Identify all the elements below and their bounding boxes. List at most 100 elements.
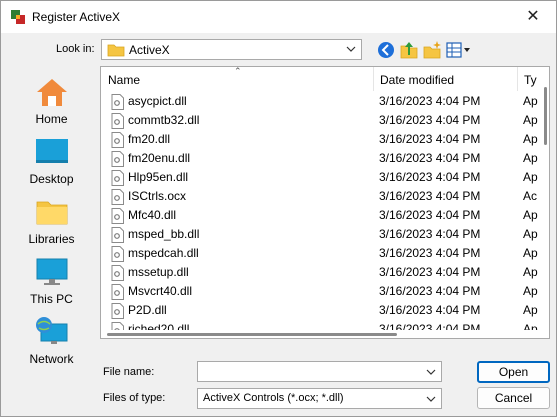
file-date: 3/16/2023 4:04 PM: [379, 151, 481, 165]
file-date: 3/16/2023 4:04 PM: [379, 208, 481, 222]
dll-file-icon: [111, 246, 124, 262]
file-row[interactable]: Msvcrt40.dll 3/16/2023 4:04 PM Ap: [101, 282, 541, 301]
dll-file-icon: [111, 113, 124, 129]
file-row[interactable]: ISCtrls.ocx 3/16/2023 4:04 PM Ac: [101, 187, 541, 206]
column-header-name[interactable]: Name: [108, 73, 140, 87]
file-row[interactable]: asycpict.dll 3/16/2023 4:04 PM Ap: [101, 92, 541, 111]
vertical-scrollbar[interactable]: [541, 67, 549, 338]
filetype-label: Files of type:: [103, 392, 166, 404]
file-name: fm20.dll: [128, 132, 171, 146]
file-date: 3/16/2023 4:04 PM: [379, 265, 481, 279]
column-divider[interactable]: [517, 67, 518, 91]
column-divider[interactable]: [373, 67, 374, 91]
horizontal-scrollbar[interactable]: [101, 330, 541, 338]
file-name: msped_bb.dll: [128, 227, 200, 241]
column-header-type[interactable]: Ty: [524, 73, 537, 87]
chevron-down-icon[interactable]: [425, 364, 437, 380]
open-button[interactable]: Open: [477, 361, 550, 383]
file-type: Ap: [523, 151, 538, 165]
sort-ascending-icon: ⌃: [234, 66, 242, 76]
place-label: Libraries: [28, 232, 75, 246]
close-button[interactable]: ✕: [510, 1, 556, 32]
file-row[interactable]: Mfc40.dll 3/16/2023 4:04 PM Ap: [101, 206, 541, 225]
place-desktop[interactable]: Desktop: [9, 130, 94, 190]
file-name: mspedcah.dll: [128, 246, 199, 260]
scroll-thumb[interactable]: [544, 87, 547, 145]
dll-file-icon: [111, 189, 124, 205]
home-icon: [37, 79, 67, 106]
file-date: 3/16/2023 4:04 PM: [379, 227, 481, 241]
file-date: 3/16/2023 4:04 PM: [379, 113, 481, 127]
file-date: 3/16/2023 4:04 PM: [379, 246, 481, 260]
file-type: Ap: [523, 94, 538, 108]
dll-file-icon: [111, 227, 124, 243]
place-this-pc[interactable]: This PC: [9, 250, 94, 310]
file-type: Ap: [523, 265, 538, 279]
register-activex-dialog: Register ActiveX ✕ Look in: ActiveX Home…: [0, 0, 557, 417]
view-menu-icon[interactable]: [446, 40, 472, 60]
place-label: Home: [35, 112, 68, 126]
new-folder-icon[interactable]: [422, 40, 442, 60]
file-name: commtb32.dll: [128, 113, 200, 127]
file-type: Ap: [523, 113, 538, 127]
file-date: 3/16/2023 4:04 PM: [379, 284, 481, 298]
scroll-thumb[interactable]: [107, 333, 397, 336]
dll-file-icon: [111, 303, 124, 319]
file-name: Msvcrt40.dll: [128, 284, 193, 298]
file-list[interactable]: ⌃ Name Date modified Ty asycpict.dll 3/16…: [100, 66, 550, 339]
file-row[interactable]: commtb32.dll 3/16/2023 4:04 PM Ap: [101, 111, 541, 130]
file-name: mssetup.dll: [128, 265, 189, 279]
filetype-select[interactable]: ActiveX Controls (*.ocx; *.dll): [197, 388, 442, 409]
app-icon: [11, 10, 25, 24]
list-header: ⌃ Name Date modified Ty: [101, 67, 549, 91]
file-date: 3/16/2023 4:04 PM: [379, 303, 481, 317]
place-label: This PC: [30, 292, 73, 306]
folder-icon: [107, 44, 125, 57]
place-label: Network: [29, 352, 74, 366]
dll-file-icon: [111, 208, 124, 224]
network-icon: [36, 317, 68, 344]
back-icon[interactable]: [376, 40, 396, 60]
libraries-icon: [36, 201, 68, 225]
file-type: Ac: [523, 189, 538, 203]
dll-file-icon: [111, 132, 124, 148]
file-row[interactable]: mssetup.dll 3/16/2023 4:04 PM Ap: [101, 263, 541, 282]
dll-file-icon: [111, 151, 124, 167]
place-network[interactable]: Network: [9, 310, 94, 370]
desktop-icon: [36, 139, 68, 163]
place-home[interactable]: Home: [9, 70, 94, 130]
dll-file-icon: [111, 94, 124, 110]
dll-file-icon: [111, 265, 124, 281]
column-header-date[interactable]: Date modified: [380, 73, 454, 87]
file-row[interactable]: fm20.dll 3/16/2023 4:04 PM Ap: [101, 130, 541, 149]
filename-input[interactable]: [197, 361, 442, 382]
chevron-down-icon: [426, 396, 436, 402]
file-name: P2D.dll: [128, 303, 167, 317]
file-name: ISCtrls.ocx: [128, 189, 187, 203]
place-libraries[interactable]: Libraries: [9, 190, 94, 250]
place-label: Desktop: [29, 172, 74, 186]
file-date: 3/16/2023 4:04 PM: [379, 170, 481, 184]
file-date: 3/16/2023 4:04 PM: [379, 94, 481, 108]
places-bar: Home Desktop Libraries This PC Network: [9, 66, 94, 369]
file-name: fm20enu.dll: [128, 151, 191, 165]
chevron-down-icon: [346, 46, 356, 52]
file-type: Ap: [523, 227, 538, 241]
file-row[interactable]: P2D.dll 3/16/2023 4:04 PM Ap: [101, 301, 541, 320]
file-row[interactable]: mspedcah.dll 3/16/2023 4:04 PM Ap: [101, 244, 541, 263]
window-title: Register ActiveX: [32, 10, 121, 24]
filename-label: File name:: [103, 366, 155, 378]
file-date: 3/16/2023 4:04 PM: [379, 189, 481, 203]
file-row[interactable]: fm20enu.dll 3/16/2023 4:04 PM Ap: [101, 149, 541, 168]
up-folder-icon[interactable]: [399, 40, 419, 60]
file-row[interactable]: msped_bb.dll 3/16/2023 4:04 PM Ap: [101, 225, 541, 244]
file-type: Ap: [523, 284, 538, 298]
file-type: Ap: [523, 208, 538, 222]
dll-file-icon: [111, 170, 124, 186]
file-row[interactable]: Hlp95en.dll 3/16/2023 4:04 PM Ap: [101, 168, 541, 187]
lookin-label: Look in:: [56, 43, 95, 55]
lookin-value: ActiveX: [129, 43, 170, 57]
file-type: Ap: [523, 170, 538, 184]
lookin-combo[interactable]: ActiveX: [101, 39, 362, 60]
cancel-button[interactable]: Cancel: [477, 387, 550, 409]
